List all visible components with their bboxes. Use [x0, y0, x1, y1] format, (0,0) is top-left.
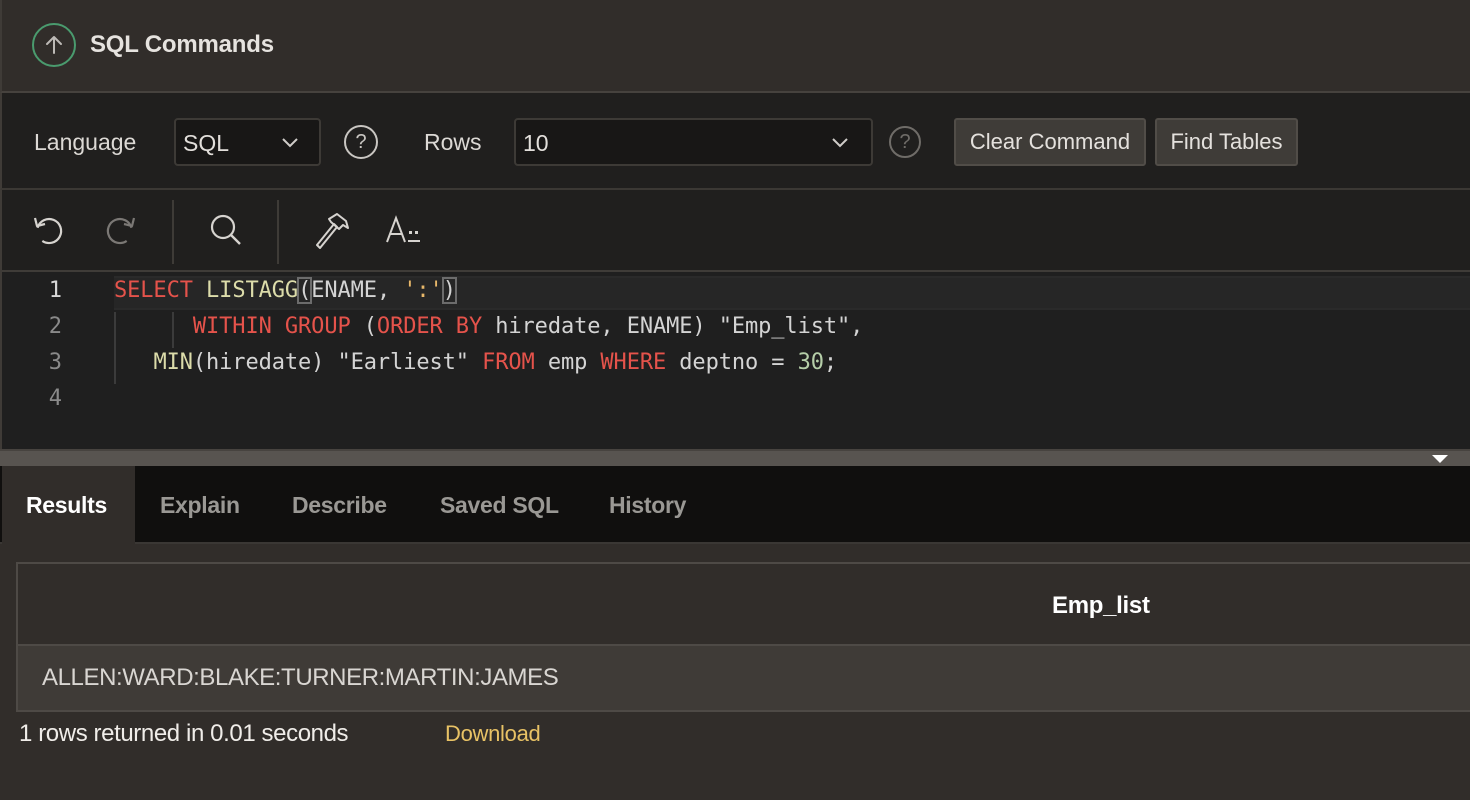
code-token: (hiredate) "Earliest"	[192, 350, 483, 375]
code-token: ':'	[403, 278, 443, 303]
find-tables-button[interactable]: Find Tables	[1155, 118, 1298, 166]
table-header: Emp_list	[18, 564, 1470, 646]
rows-select-value: 10	[523, 130, 549, 156]
search-button[interactable]	[206, 210, 246, 250]
question-icon: ?	[355, 130, 367, 153]
code-line[interactable]: MIN(hiredate) "Earliest" FROM emp WHERE …	[114, 350, 837, 375]
hammer-icon	[316, 213, 349, 249]
collapse-button[interactable]	[32, 23, 76, 67]
code-token: )	[441, 277, 457, 304]
code-token: (	[350, 314, 377, 339]
line-number: 4	[48, 386, 62, 411]
code-token: SELECT	[114, 278, 193, 303]
undo-icon	[33, 217, 63, 245]
code-token: ;	[823, 350, 838, 375]
results-table: Emp_list ALLEN:WARD:BLAKE:TURNER:MARTIN:…	[16, 562, 1470, 712]
language-label: Language	[34, 129, 137, 155]
collapse-triangle-icon[interactable]	[1432, 455, 1448, 463]
rows-help-button[interactable]: ?	[889, 126, 921, 158]
line-number: 1	[48, 278, 62, 303]
redo-button[interactable]	[100, 210, 140, 250]
clear-command-button[interactable]: Clear Command	[954, 118, 1146, 166]
rows-select[interactable]: 10	[514, 118, 873, 166]
toolbar-divider	[172, 200, 174, 264]
page-header: SQL Commands	[0, 0, 1470, 93]
undo-button[interactable]	[29, 210, 69, 250]
code-token: emp	[534, 350, 601, 375]
code-token: LISTAGG	[206, 278, 299, 303]
editor-toolbar	[0, 190, 1470, 272]
results-tabs: Results Explain Describe Saved SQL Histo…	[0, 466, 1470, 544]
language-select-value: SQL	[183, 130, 230, 156]
question-icon: ?	[899, 130, 911, 153]
code-token: hiredate, ENAME) "Emp_list",	[482, 314, 864, 339]
text-format-icon	[386, 215, 420, 243]
format-code-button[interactable]	[312, 210, 352, 250]
code-token: ORDER BY	[376, 314, 483, 339]
code-token: WITHIN GROUP	[192, 314, 351, 339]
line-number: 2	[48, 314, 62, 339]
line-number: 3	[48, 350, 62, 375]
page-title: SQL Commands	[90, 31, 274, 58]
code-token: FROM	[482, 350, 535, 375]
code-token: deptno =	[666, 350, 798, 375]
tab-results[interactable]: Results	[2, 466, 135, 544]
arrow-up-icon	[46, 36, 62, 54]
tab-history[interactable]: History	[609, 466, 686, 544]
table-cell: ALLEN:WARD:BLAKE:TURNER:MARTIN:JAMES	[42, 664, 559, 691]
code-line[interactable]: WITHIN GROUP (ORDER BY hiredate, ENAME) …	[114, 314, 864, 339]
column-header-emp-list[interactable]: Emp_list	[1052, 592, 1150, 620]
tab-saved-sql[interactable]: Saved SQL	[440, 466, 559, 544]
sql-editor[interactable]: 1234 SELECT LISTAGG(ENAME, ':') WITHIN G…	[0, 272, 1470, 449]
chevron-down-icon	[832, 138, 848, 148]
download-link[interactable]: Download	[445, 721, 541, 747]
redo-icon	[106, 217, 136, 245]
language-select[interactable]: SQL	[174, 118, 321, 166]
table-row: ALLEN:WARD:BLAKE:TURNER:MARTIN:JAMES	[18, 646, 1470, 710]
code-token: (	[297, 277, 313, 304]
rows-returned-status: 1 rows returned in 0.01 seconds	[19, 720, 349, 747]
rows-label: Rows	[424, 129, 482, 155]
code-token: WHERE	[600, 350, 667, 375]
editor-results-splitter[interactable]	[0, 449, 1470, 466]
chevron-down-icon	[282, 138, 298, 148]
tab-describe[interactable]: Describe	[292, 466, 387, 544]
line-number-gutter: 1 2 3 4	[2, 272, 114, 449]
text-format-button[interactable]	[384, 210, 424, 250]
code-token: ENAME,	[311, 278, 404, 303]
code-token: 30	[797, 350, 824, 375]
code-line[interactable]: SELECT LISTAGG(ENAME, ':')	[114, 277, 457, 304]
tab-explain[interactable]: Explain	[160, 466, 240, 544]
search-icon	[210, 214, 241, 245]
command-toolbar: Language SQL ? Rows 10 ? Clear Command F…	[0, 93, 1470, 190]
toolbar-divider	[277, 200, 279, 264]
language-help-button[interactable]: ?	[344, 125, 378, 159]
code-token: MIN	[153, 350, 193, 375]
